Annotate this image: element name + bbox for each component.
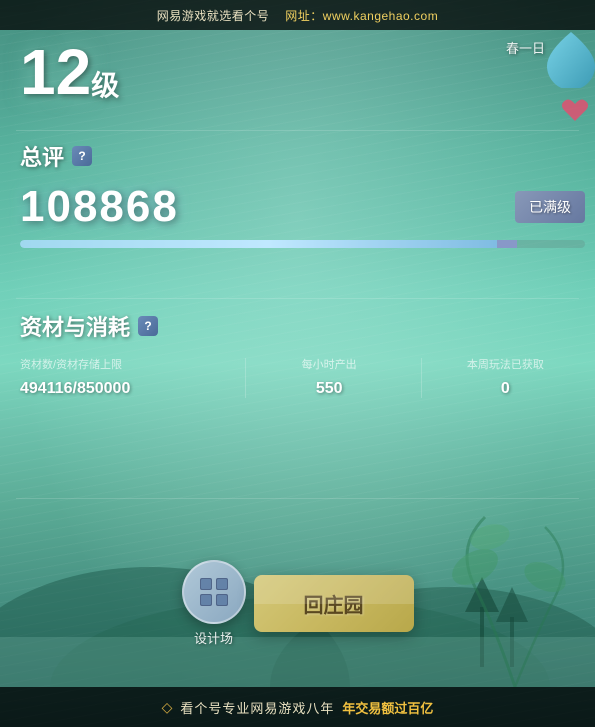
design-field-icon	[182, 560, 246, 624]
progress-bar-fill	[20, 240, 517, 248]
resource-divider-1	[245, 358, 246, 398]
score-section: 总评 ? 108868 已满级	[20, 140, 585, 248]
resource-col-2-header: 每小时产出	[258, 358, 401, 372]
resource-col-3-header: 本周玩法已获取	[434, 358, 577, 372]
score-value: 108868	[20, 182, 179, 232]
score-question-badge[interactable]: ?	[72, 146, 92, 166]
bottom-ad-banner: ◇ 看个号专业网易游戏八年 年交易额过百亿	[0, 687, 595, 727]
resource-col-1-value: 494116/850000	[20, 380, 225, 398]
resources-columns: 资材数/资材存储上限 494116/850000 每小时产出 550 本周玩法已…	[20, 358, 585, 398]
resource-col-1: 资材数/资材存储上限 494116/850000	[20, 358, 233, 398]
level-suffix: 级	[91, 70, 119, 101]
level-number: 12	[20, 40, 91, 104]
level-area: 12级	[20, 40, 119, 104]
resource-col-2: 每小时产出 550	[258, 358, 409, 398]
banner-left-text: 网易游戏就选看个号	[157, 7, 270, 24]
heart-icon	[561, 98, 589, 129]
return-to-garden-button[interactable]: 回庄园	[254, 575, 414, 632]
resource-divider-2	[421, 358, 422, 398]
banner-diamond: ◇	[162, 699, 173, 716]
resource-col-2-value: 550	[258, 380, 401, 398]
resource-col-3: 本周玩法已获取 0	[434, 358, 585, 398]
divider-3	[16, 498, 579, 499]
max-level-badge: 已满级	[515, 191, 585, 223]
date-area: 春一日	[506, 38, 545, 57]
bottom-banner-highlight: 年交易额过百亿	[342, 698, 433, 717]
score-label-row: 总评 ?	[20, 140, 585, 172]
banner-url-label: 网址：www.kangehao.com	[285, 7, 438, 24]
design-field-label: 设计场	[194, 628, 233, 647]
divider-1	[16, 130, 579, 131]
top-ad-banner: 网易游戏就选看个号 网址：www.kangehao.com	[0, 0, 595, 30]
bottom-action-area: 设计场 回庄园	[0, 560, 595, 647]
progress-bar	[20, 240, 585, 248]
design-field-button[interactable]: 设计场	[182, 560, 246, 647]
resource-col-3-value: 0	[434, 380, 577, 398]
resources-question-badge[interactable]: ?	[138, 316, 158, 336]
resources-label: 资材与消耗	[20, 310, 130, 342]
water-drop-icon	[547, 32, 595, 88]
progress-bar-end	[497, 240, 517, 248]
resource-col-1-header: 资材数/资材存储上限	[20, 358, 225, 372]
score-label: 总评	[20, 140, 64, 172]
score-value-row: 108868 已满级	[20, 182, 585, 232]
date-text: 春一日	[506, 38, 545, 57]
bottom-banner-text: 看个号专业网易游戏八年	[180, 698, 334, 717]
resources-label-row: 资材与消耗 ?	[20, 310, 585, 342]
resources-section: 资材与消耗 ? 资材数/资材存储上限 494116/850000 每小时产出 5…	[20, 310, 585, 398]
divider-2	[16, 298, 579, 299]
